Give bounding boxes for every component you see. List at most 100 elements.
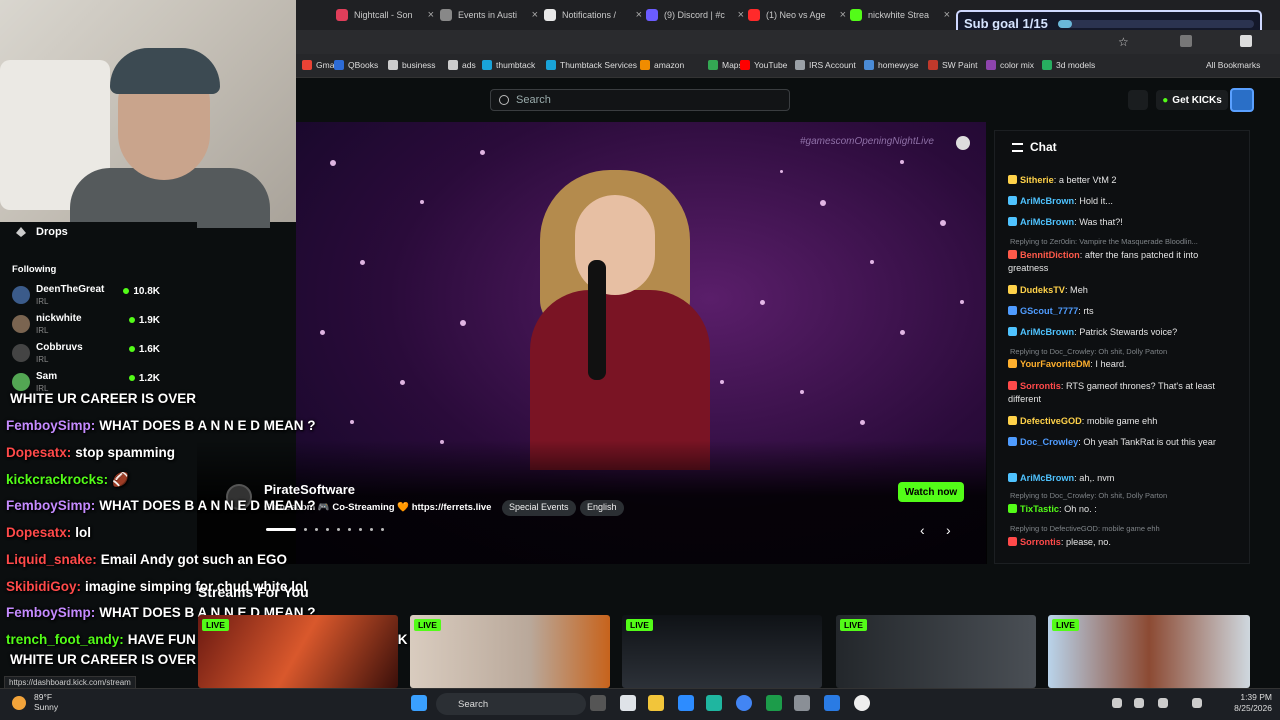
extensions-icon[interactable] — [1180, 35, 1192, 47]
chevron-left-icon[interactable]: ‹ — [920, 522, 934, 538]
volume-icon[interactable] — [1192, 698, 1202, 708]
chat-message: AriMcBrown: Hold it... — [1008, 195, 1240, 208]
tab-notifications[interactable]: Notifications / × — [544, 4, 642, 26]
app-icon[interactable] — [678, 695, 694, 711]
task-view-icon[interactable] — [590, 695, 606, 711]
watch-now-button[interactable]: Watch now — [898, 482, 964, 502]
bookmark-7[interactable]: Maps — [708, 60, 743, 70]
badge-icon — [1008, 537, 1017, 546]
overlay-chat-message: WHITE UR CAREER IS OVER — [10, 652, 197, 667]
app-icon[interactable] — [706, 695, 722, 711]
carousel-dots[interactable] — [266, 528, 392, 531]
chat-message: TixTastic: Oh no. : — [1008, 503, 1240, 516]
bookmark-10[interactable]: homewyse — [864, 60, 919, 70]
bokeh-light — [360, 260, 365, 265]
profile-icon[interactable] — [1240, 35, 1252, 47]
get-kicks-button[interactable]: ● Get KICKs — [1156, 90, 1228, 110]
following-item[interactable]: DeenTheGreat IRL 10.8K — [12, 284, 162, 312]
layout-icon[interactable] — [1128, 90, 1148, 110]
tag-special-events[interactable]: Special Events — [502, 500, 576, 516]
badge-icon — [1008, 217, 1017, 226]
chat-message: Sitherie: a better VtM 2 — [1008, 174, 1240, 187]
bookmark-8[interactable]: YouTube — [740, 60, 787, 70]
tray-icon[interactable] — [1112, 698, 1122, 708]
tab-youtube[interactable]: (1) Neo vs Age × — [748, 4, 846, 26]
bookmark-0[interactable]: Gmail — [302, 60, 338, 70]
bookmark-icon — [928, 60, 938, 70]
close-icon[interactable]: × — [834, 9, 846, 21]
badge-icon — [1008, 381, 1017, 390]
bookmark-6[interactable]: amazon — [640, 60, 684, 70]
search-input[interactable]: Search — [490, 89, 790, 111]
address-bar[interactable]: ☆ — [296, 30, 1280, 54]
star-icon[interactable]: ☆ — [1118, 35, 1129, 49]
tab-nightcall[interactable]: Nightcall - Son × — [336, 4, 434, 26]
stream-thumbnail[interactable]: LIVE — [198, 615, 398, 688]
tag-english[interactable]: English — [580, 500, 624, 516]
bookmark-2[interactable]: business — [388, 60, 436, 70]
chrome-icon[interactable] — [736, 695, 752, 711]
taskbar-search[interactable]: Search — [436, 693, 586, 715]
streamer-name[interactable]: PirateSoftware — [264, 482, 355, 497]
user-avatar[interactable] — [1230, 88, 1254, 112]
sun-icon — [12, 696, 26, 710]
app-icon[interactable] — [766, 695, 782, 711]
volume-icon[interactable] — [956, 136, 970, 150]
all-bookmarks[interactable]: All Bookmarks — [1206, 60, 1260, 70]
wifi-icon[interactable] — [1134, 698, 1144, 708]
following-item[interactable]: nickwhite IRL 1.9K — [12, 313, 162, 341]
app-icon[interactable] — [854, 695, 870, 711]
hashtag-watermark: #gamescomOpeningNightLive — [800, 136, 934, 147]
tab-events[interactable]: Events in Austi × — [440, 4, 538, 26]
chat-message: AriMcBrown: Patrick Stewards voice? — [1008, 326, 1240, 339]
stream-thumbnail[interactable]: LIVE — [836, 615, 1036, 688]
stream-thumbnail[interactable]: LIVE — [1048, 615, 1250, 688]
bookmark-13[interactable]: 3d models — [1042, 60, 1095, 70]
menu-icon[interactable] — [1012, 142, 1023, 152]
chat-message: Doc_Crowley: Oh yeah TankRat is out this… — [1008, 436, 1240, 449]
close-icon[interactable]: × — [938, 9, 950, 21]
folder-icon[interactable] — [648, 695, 664, 711]
calculator-icon[interactable] — [794, 695, 810, 711]
tab-kick[interactable]: nickwhite Strea × — [850, 4, 950, 26]
bokeh-light — [460, 320, 466, 326]
bookmark-5[interactable]: Thumbtack Services — [546, 60, 637, 70]
following-item[interactable]: Cobbruvs IRL 1.6K — [12, 342, 162, 370]
discord-icon — [646, 9, 658, 21]
tab-discord[interactable]: (9) Discord | #c × — [646, 4, 744, 26]
overlay-chat-message: FemboySimp: WHAT DOES B A N N E D MEAN ? — [6, 418, 316, 433]
bookmark-icon — [546, 60, 556, 70]
taskbar-clock[interactable]: 1:39 PM 8/25/2026 — [1220, 692, 1272, 714]
windows-start-icon[interactable] — [411, 695, 427, 711]
close-icon[interactable]: × — [630, 9, 642, 21]
close-icon[interactable]: × — [526, 9, 538, 21]
bookmark-3[interactable]: ads — [448, 60, 476, 70]
music-icon — [336, 9, 348, 21]
bookmark-4[interactable]: thumbtack — [482, 60, 535, 70]
badge-icon — [1008, 306, 1017, 315]
bookmark-icon — [986, 60, 996, 70]
chat-message: AriMcBrown: Was that?! — [1008, 216, 1240, 229]
bookmark-11[interactable]: SW Paint — [928, 60, 977, 70]
close-icon[interactable]: × — [422, 9, 434, 21]
bookmark-12[interactable]: color mix — [986, 60, 1034, 70]
app-icon[interactable] — [824, 695, 840, 711]
bookmark-1[interactable]: QBooks — [334, 60, 378, 70]
overlay-chat-message: kickcrackrocks: 🏈 — [6, 472, 129, 487]
stream-thumbnail[interactable]: LIVE — [410, 615, 610, 688]
sidebar-item-drops[interactable]: Drops — [16, 226, 68, 238]
bokeh-light — [320, 330, 325, 335]
stream-thumbnail[interactable]: LIVE — [622, 615, 822, 688]
reply-context: Replying to Doc_Crowley: Oh shit, Dolly … — [1010, 491, 1168, 500]
weather-widget[interactable]: 89°F Sunny — [34, 692, 58, 712]
bokeh-light — [350, 420, 354, 424]
mic-icon[interactable] — [1158, 698, 1168, 708]
taskbar — [0, 688, 1280, 720]
bookmark-icon — [388, 60, 398, 70]
close-icon[interactable]: × — [732, 9, 744, 21]
file-icon[interactable] — [620, 695, 636, 711]
chevron-right-icon[interactable]: › — [946, 522, 960, 538]
badge-icon — [1008, 504, 1017, 513]
avatar — [12, 373, 30, 391]
bookmark-9[interactable]: IRS Account — [795, 60, 856, 70]
